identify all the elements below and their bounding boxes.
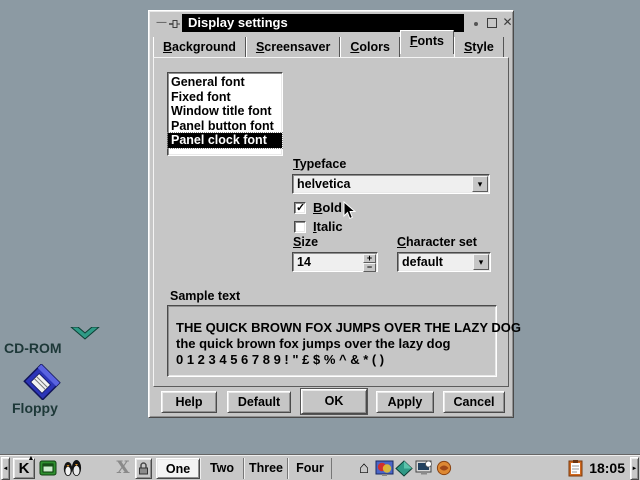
list-item[interactable]: Panel button font	[168, 119, 282, 134]
bold-row: Bold	[294, 200, 342, 215]
floppy-icon[interactable]	[22, 364, 62, 403]
maximize-icon[interactable]	[487, 18, 497, 28]
help-button[interactable]: Help	[161, 391, 217, 413]
desktop-button-two[interactable]: Two	[200, 458, 244, 479]
sample-label: Sample text	[170, 289, 240, 303]
tab-style[interactable]: Style	[454, 37, 504, 57]
desktop-button-four[interactable]: Four	[288, 458, 332, 479]
shade-icon[interactable]: —	[155, 16, 168, 29]
typeface-label: Typeface	[293, 157, 346, 171]
cdrom-icon[interactable]	[70, 327, 100, 343]
charset-label: Character set	[397, 235, 477, 249]
panel-hide-right-icon[interactable]: ►	[630, 457, 639, 480]
sticky-pin-icon[interactable]	[169, 18, 181, 30]
x11-button[interactable]: X	[113, 458, 133, 479]
tab-fonts[interactable]: Fonts	[400, 30, 454, 54]
penguins-button[interactable]	[61, 458, 83, 479]
close-icon[interactable]: ✕	[501, 16, 514, 29]
typeface-combo[interactable]: helvetica ▾	[292, 174, 490, 194]
apply-button[interactable]: Apply	[376, 391, 434, 413]
dialog-titlebar[interactable]: — Display settings ✕	[152, 14, 510, 32]
klipper-button[interactable]	[565, 458, 585, 479]
tab-screensaver[interactable]: Screensaver	[246, 37, 340, 57]
lock-screen-button[interactable]	[135, 458, 152, 479]
sample-line-lower: the quick brown fox jumps over the lazy …	[176, 336, 496, 352]
chevron-down-icon[interactable]: ▾	[472, 176, 488, 192]
tab-background[interactable]: Background	[153, 37, 246, 57]
font-listbox[interactable]: General font Fixed font Window title fon…	[167, 72, 283, 156]
clipboard-icon	[568, 459, 583, 477]
ok-button[interactable]: OK	[301, 389, 367, 414]
floppy-icon-graphic	[22, 364, 62, 400]
cancel-button[interactable]: Cancel	[443, 391, 505, 413]
desktop-button-one[interactable]: One	[156, 458, 200, 479]
fonts-tab-panel: General font Fixed font Window title fon…	[153, 57, 509, 387]
floppy-icon-label[interactable]: Floppy	[12, 400, 58, 416]
mouse-cursor	[343, 201, 356, 220]
size-label: Size	[293, 235, 318, 249]
default-button[interactable]: Default	[227, 391, 291, 413]
chevron-down-icon[interactable]: ▾	[473, 254, 489, 270]
penguins-icon	[61, 459, 83, 477]
dialog-tabs: Background Screensaver Colors Fonts Styl…	[153, 36, 504, 57]
size-value[interactable]: 14	[293, 253, 363, 271]
cdrom-icon-label[interactable]: CD-ROM	[4, 340, 62, 356]
list-item[interactable]: Window title font	[168, 104, 282, 119]
desktop: { "colors": { "desktop_bg": "#8c9aa3", "…	[0, 0, 640, 480]
italic-checkbox[interactable]	[294, 221, 306, 233]
window-list-icon	[39, 460, 57, 476]
italic-row: Italic	[294, 219, 343, 234]
list-item-selected[interactable]: Panel clock font	[168, 133, 282, 148]
charset-combo[interactable]: default ▾	[397, 252, 491, 272]
help-viewer-button[interactable]	[394, 458, 414, 479]
size-spinner[interactable]: 14 + −	[292, 252, 378, 272]
window-list-button[interactable]	[37, 458, 59, 479]
bold-checkbox[interactable]	[294, 202, 306, 214]
terminal-button[interactable]	[414, 458, 434, 479]
swirl-icon	[435, 460, 453, 476]
display-settings-dialog: — Display settings ✕ Background Screensa…	[148, 10, 514, 418]
desktop-button-three[interactable]: Three	[244, 458, 288, 479]
cdrom-icon-graphic	[70, 327, 100, 340]
tab-colors[interactable]: Colors	[340, 37, 400, 57]
sample-line-digits: 0 1 2 3 4 5 6 7 8 9 ! " £ $ % ^ & * ( )	[176, 352, 496, 368]
taskbar: ◄ K▲ X One Two Three Four ⌂	[0, 455, 640, 480]
k-menu-button[interactable]: K▲	[13, 458, 35, 479]
sample-line-upper: THE QUICK BROWN FOX JUMPS OVER THE LAZY …	[176, 320, 496, 336]
list-item[interactable]: Fixed font	[168, 90, 282, 105]
list-item[interactable]: General font	[168, 75, 282, 90]
x11-icon: X	[116, 458, 129, 478]
display-settings-button[interactable]	[374, 458, 394, 479]
bold-label[interactable]: Bold	[313, 200, 342, 215]
utility-button[interactable]	[434, 458, 454, 479]
sample-text-box: THE QUICK BROWN FOX JUMPS OVER THE LAZY …	[167, 305, 497, 377]
italic-label[interactable]: Italic	[313, 219, 343, 234]
k-logo-icon: K▲	[19, 460, 30, 477]
spin-down-icon[interactable]: −	[363, 263, 376, 272]
minimize-icon[interactable]	[474, 22, 478, 26]
diamond-icon	[395, 460, 413, 477]
typeface-value: helvetica	[293, 177, 472, 191]
home-button[interactable]: ⌂	[354, 458, 374, 479]
terminal-icon	[415, 460, 433, 476]
panel-clock[interactable]: 18:05	[589, 460, 625, 476]
charset-value: default	[398, 255, 473, 269]
lock-icon	[138, 461, 149, 475]
display-colors-icon	[375, 460, 394, 477]
panel-hide-left-icon[interactable]: ◄	[1, 457, 10, 480]
